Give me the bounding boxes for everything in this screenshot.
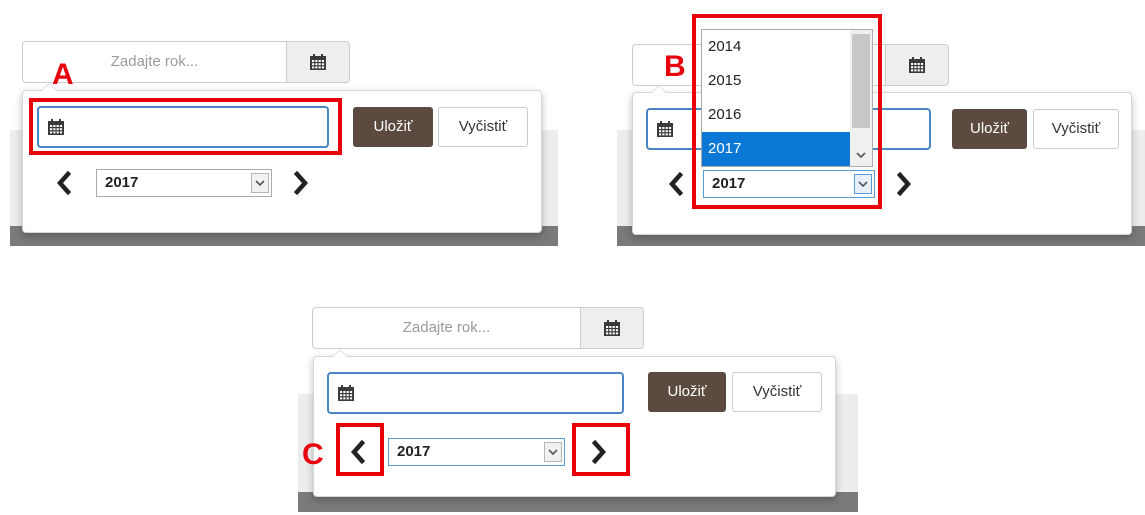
- year-select[interactable]: 2017: [96, 169, 272, 197]
- chevron-right-icon: [293, 171, 309, 195]
- select-dropdown-button[interactable]: [544, 442, 562, 462]
- year-dropdown-list[interactable]: 2014 2015 2016 2017: [701, 29, 873, 167]
- chevron-right-icon: [591, 440, 607, 464]
- calendar-addon-button[interactable]: [580, 307, 644, 349]
- chevron-down-icon: [547, 448, 559, 456]
- prev-year-button[interactable]: [665, 171, 687, 197]
- calendar-icon: [603, 319, 621, 337]
- calendar-icon: [337, 384, 355, 402]
- year-select-value: 2017: [397, 443, 431, 460]
- calendar-addon-button[interactable]: [885, 44, 949, 86]
- clear-button[interactable]: Vyčistiť: [732, 372, 822, 412]
- popover-arrow: [651, 85, 667, 93]
- save-button[interactable]: Uložiť: [648, 372, 726, 412]
- dropdown-option-2014[interactable]: 2014: [702, 30, 850, 64]
- chevron-down-icon: [857, 180, 869, 188]
- dropdown-scrollbar[interactable]: [850, 30, 872, 166]
- chevron-down-icon: [855, 151, 867, 159]
- chevron-left-icon: [56, 171, 72, 195]
- scroll-down-button[interactable]: [852, 146, 870, 164]
- save-button[interactable]: Uložiť: [952, 109, 1027, 149]
- year-picker-popover: Uložiť Vyčistiť 2017: [22, 83, 542, 233]
- calendar-addon-button[interactable]: [286, 41, 350, 83]
- calendar-icon: [47, 118, 65, 136]
- marker-c: C: [302, 438, 324, 471]
- year-select-value: 2017: [712, 175, 746, 192]
- marker-a: A: [52, 58, 74, 91]
- select-dropdown-button[interactable]: [854, 174, 872, 194]
- calendar-icon: [309, 53, 327, 71]
- clear-button[interactable]: Vyčistiť: [438, 107, 528, 147]
- popover-arrow: [332, 349, 348, 357]
- prev-year-button[interactable]: [53, 170, 75, 196]
- marker-b: B: [664, 50, 686, 83]
- year-picker-popover: Uložiť Vyčistiť 2017: [313, 349, 836, 497]
- prev-year-button[interactable]: [347, 439, 369, 465]
- select-dropdown-button[interactable]: [251, 173, 269, 193]
- dropdown-option-2016[interactable]: 2016: [702, 98, 850, 132]
- chevron-left-icon: [350, 440, 366, 464]
- year-input[interactable]: Zadajte rok...: [312, 307, 580, 349]
- clear-button[interactable]: Vyčistiť: [1033, 109, 1119, 149]
- scrollbar-thumb[interactable]: [852, 34, 870, 128]
- dropdown-option-2017[interactable]: 2017: [702, 132, 850, 166]
- chevron-right-icon: [896, 172, 912, 196]
- chevron-left-icon: [668, 172, 684, 196]
- calendar-icon: [656, 120, 674, 138]
- save-button[interactable]: Uložiť: [353, 107, 433, 147]
- date-field[interactable]: [37, 106, 329, 148]
- year-select-value: 2017: [105, 174, 139, 191]
- year-select[interactable]: 2017: [388, 438, 565, 466]
- year-input-group: Zadajte rok...: [312, 307, 644, 349]
- calendar-icon: [908, 56, 926, 74]
- dropdown-option-2015[interactable]: 2015: [702, 64, 850, 98]
- next-year-button[interactable]: [588, 439, 610, 465]
- chevron-down-icon: [254, 179, 266, 187]
- next-year-button[interactable]: [893, 171, 915, 197]
- next-year-button[interactable]: [290, 170, 312, 196]
- year-select[interactable]: 2017: [703, 170, 875, 198]
- date-field[interactable]: [327, 372, 624, 414]
